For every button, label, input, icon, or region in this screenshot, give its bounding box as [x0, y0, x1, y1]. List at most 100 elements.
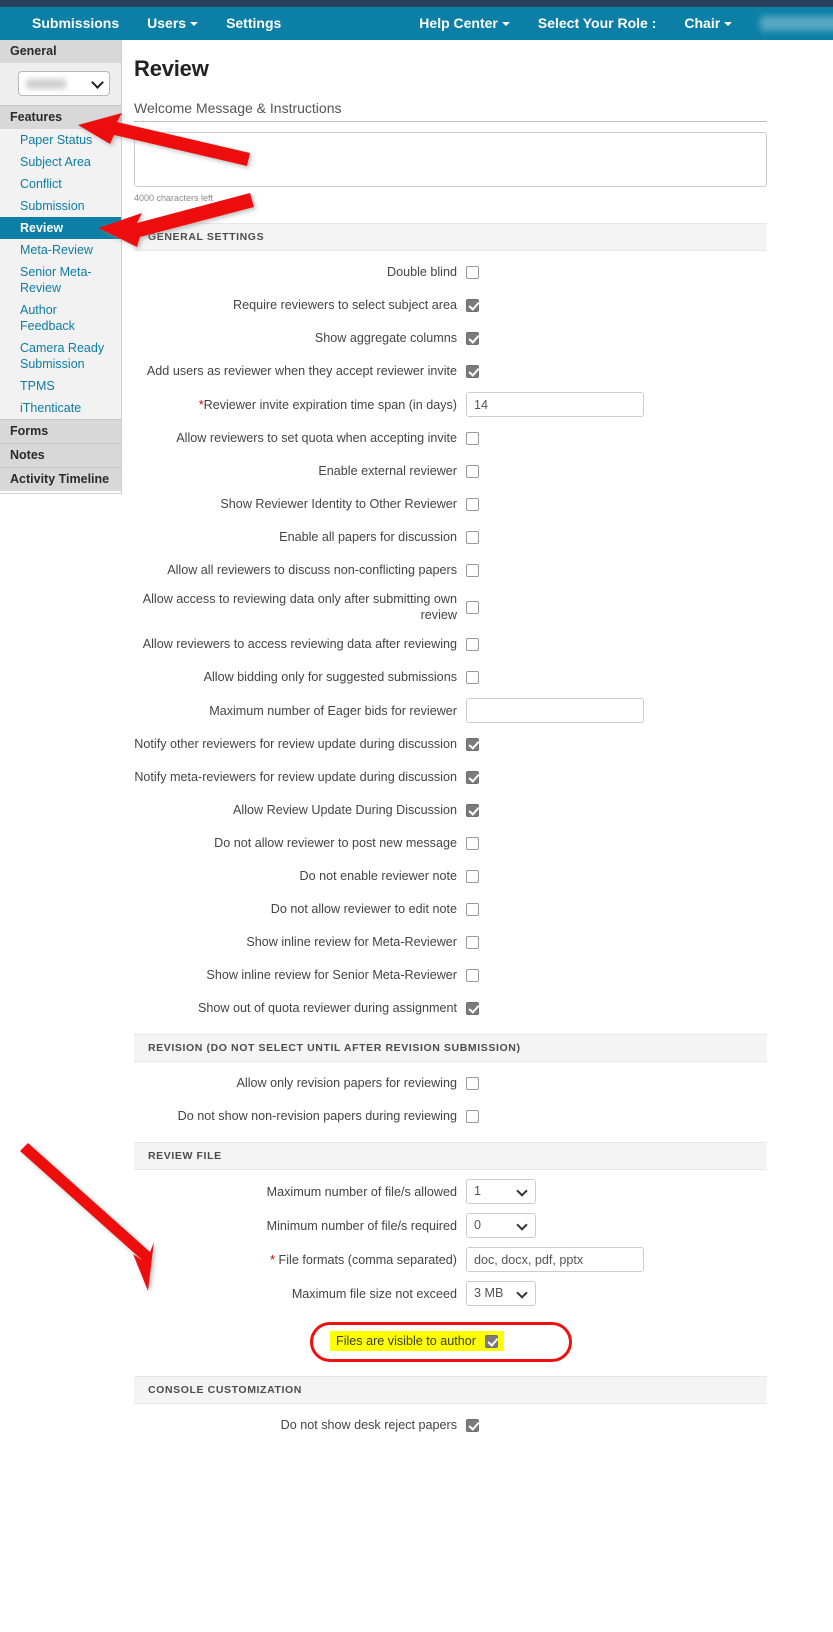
setting-row-only-revision-papers: Allow only revision papers for reviewing — [134, 1071, 767, 1095]
page-title: Review — [134, 56, 209, 81]
section-header-console-customization: CONSOLE CUSTOMIZATION — [134, 1376, 767, 1404]
nav-item-settings-label: Settings — [226, 15, 282, 31]
setting-label: Require reviewers to select subject area — [233, 298, 457, 312]
sidebar-group-activity-timeline[interactable]: Activity Timeline — [0, 467, 121, 491]
setting-row-show-aggregate-columns: Show aggregate columns — [134, 326, 767, 350]
nav-item-users[interactable]: Users — [133, 7, 212, 40]
checkbox-do-not-allow-reviewer-post-new-message[interactable] — [466, 836, 479, 850]
setting-row-access-after-own-review: Allow access to reviewing data only afte… — [134, 591, 767, 623]
main-content: Review Welcome Message & Instructions 40… — [122, 40, 833, 1446]
checkbox-show-out-of-quota-reviewer[interactable] — [466, 1001, 479, 1015]
checkbox-enable-all-papers-for-discussion[interactable] — [466, 530, 479, 544]
sidebar-item-submission[interactable]: Submission — [0, 195, 121, 217]
checkbox-notify-meta-reviewers[interactable] — [466, 770, 479, 784]
welcome-message-textarea[interactable] — [134, 132, 767, 187]
chevron-down-icon — [91, 76, 104, 89]
sidebar-group-forms[interactable]: Forms — [0, 419, 121, 443]
character-counter: 4000 characters left — [134, 193, 214, 203]
setting-label: Show inline review for Meta-Reviewer — [246, 935, 457, 949]
select-value: 3 MB — [474, 1286, 504, 1300]
sidebar-item-camera-ready-submission[interactable]: Camera Ready Submission — [0, 337, 121, 375]
checkbox-do-not-show-desk-reject-papers[interactable] — [466, 1418, 479, 1432]
conference-select[interactable] — [18, 71, 110, 96]
sidebar-item-author-feedback[interactable]: Author Feedback — [0, 299, 121, 337]
checkbox-show-inline-review-senior-meta-reviewer[interactable] — [466, 968, 479, 982]
checkbox-do-not-enable-reviewer-note[interactable] — [466, 869, 479, 883]
nav-item-settings[interactable]: Settings — [212, 7, 295, 40]
setting-label: Show aggregate columns — [314, 331, 457, 345]
setting-label: Double blind — [386, 265, 457, 279]
setting-row-enable-all-papers-discussion: Enable all papers for discussion — [134, 525, 767, 549]
sidebar-item-ithenticate[interactable]: iThenticate — [0, 397, 121, 419]
setting-row-reviewer-set-quota: Allow reviewers to set quota when accept… — [134, 426, 767, 450]
select-minimum-files-required[interactable]: 0 — [466, 1213, 536, 1238]
select-maximum-file-size[interactable]: 3 MB — [466, 1281, 536, 1306]
nav-item-role-chair[interactable]: Chair — [670, 7, 746, 40]
checkbox-allow-access-after-submitting-own-review[interactable] — [466, 600, 479, 614]
sidebar-item-senior-meta-review[interactable]: Senior Meta-Review — [0, 261, 121, 299]
setting-row-hide-desk-reject: Do not show desk reject papers — [134, 1413, 767, 1437]
checkbox-require-reviewers-select-subject-area[interactable] — [466, 298, 479, 312]
nav-item-select-your-role-label: Select Your Role : — [537, 15, 657, 31]
nav-item-role-chair-label: Chair — [684, 15, 721, 31]
setting-row-inline-review-meta: Show inline review for Meta-Reviewer — [134, 930, 767, 954]
input-file-formats[interactable] — [466, 1247, 644, 1272]
sidebar-item-review[interactable]: Review — [0, 217, 121, 239]
sidebar-features-list: Paper Status Subject Area Conflict Submi… — [0, 129, 121, 419]
checkbox-allow-reviewers-set-quota[interactable] — [466, 431, 479, 445]
sidebar-group-notes[interactable]: Notes — [0, 443, 121, 467]
sidebar-item-tpms[interactable]: TPMS — [0, 375, 121, 397]
checkbox-allow-reviewers-access-after-reviewing[interactable] — [466, 637, 479, 651]
nav-item-submissions-label: Submissions — [32, 15, 120, 31]
setting-label: * File formats (comma separated) — [134, 1252, 466, 1268]
setting-row-hide-nonrevision-papers: Do not show non-revision papers during r… — [134, 1104, 767, 1128]
setting-row-add-users-as-reviewer: Add users as reviewer when they accept r… — [134, 359, 767, 383]
checkbox-show-inline-review-meta-reviewer[interactable] — [466, 935, 479, 949]
input-reviewer-invite-expiration-days[interactable] — [466, 392, 644, 417]
checkbox-do-not-show-nonrevision-papers[interactable] — [466, 1109, 479, 1123]
checkbox-allow-bidding-only-suggested[interactable] — [466, 670, 479, 684]
checkbox-allow-review-update-during-discussion[interactable] — [466, 803, 479, 817]
select-value: 0 — [474, 1218, 482, 1232]
checkbox-files-are-visible-to-author[interactable] — [485, 1334, 498, 1348]
setting-label: Do not allow reviewer to edit note — [270, 902, 457, 916]
setting-row-show-out-of-quota: Show out of quota reviewer during assign… — [134, 996, 767, 1020]
setting-label: Enable external reviewer — [318, 464, 457, 478]
setting-label: Do not allow reviewer to post new messag… — [214, 836, 457, 850]
setting-label: Do not show non-revision papers during r… — [177, 1109, 457, 1123]
select-value: 1 — [474, 1184, 482, 1198]
sidebar-item-meta-review[interactable]: Meta-Review — [0, 239, 121, 261]
sidebar-item-subject-area[interactable]: Subject Area — [0, 151, 121, 173]
checkbox-double-blind[interactable] — [466, 265, 479, 279]
setting-label-text: File formats (comma separated) — [278, 1252, 457, 1267]
setting-label: Do not enable reviewer note — [299, 869, 457, 883]
nav-item-submissions[interactable]: Submissions — [0, 7, 133, 40]
checkbox-allow-only-revision-papers[interactable] — [466, 1076, 479, 1090]
select-maximum-files-allowed[interactable]: 1 — [466, 1179, 536, 1204]
setting-label: Notify other reviewers for review update… — [134, 737, 457, 751]
input-maximum-eager-bids[interactable] — [466, 698, 644, 723]
sidebar: General Features Paper Status Subject Ar… — [0, 40, 122, 494]
top-navigation-bar: Submissions Users Settings Help Center S… — [0, 7, 833, 40]
checkbox-do-not-allow-reviewer-edit-note[interactable] — [466, 902, 479, 916]
checkbox-show-aggregate-columns[interactable] — [466, 331, 479, 345]
sidebar-item-conflict[interactable]: Conflict — [0, 173, 121, 195]
checkbox-enable-external-reviewer[interactable] — [466, 464, 479, 478]
checkbox-add-users-as-reviewer-on-accept[interactable] — [466, 364, 479, 378]
nav-user-name-redacted[interactable] — [760, 16, 833, 31]
setting-label: Allow only revision papers for reviewing — [236, 1076, 458, 1090]
setting-label: Maximum number of Eager bids for reviewe… — [209, 703, 457, 718]
nav-item-help-center[interactable]: Help Center — [405, 7, 524, 40]
checkbox-allow-all-reviewers-discuss-nonconflicting[interactable] — [466, 563, 479, 577]
sidebar-item-paper-status[interactable]: Paper Status — [0, 129, 121, 151]
setting-label: Enable all papers for discussion — [279, 530, 457, 544]
nav-primary-group: Submissions Users Settings — [0, 7, 295, 40]
setting-label: Show Reviewer Identity to Other Reviewer — [220, 497, 457, 511]
chevron-down-icon — [501, 22, 510, 27]
checkbox-notify-other-reviewers[interactable] — [466, 737, 479, 751]
setting-label: Maximum number of file/s allowed — [266, 1184, 457, 1199]
required-asterisk: * — [270, 1252, 276, 1267]
checkbox-show-reviewer-identity-to-other-reviewer[interactable] — [466, 497, 479, 511]
setting-row-notify-meta-reviewers: Notify meta-reviewers for review update … — [134, 765, 767, 789]
conference-select-value-redacted — [26, 78, 66, 89]
